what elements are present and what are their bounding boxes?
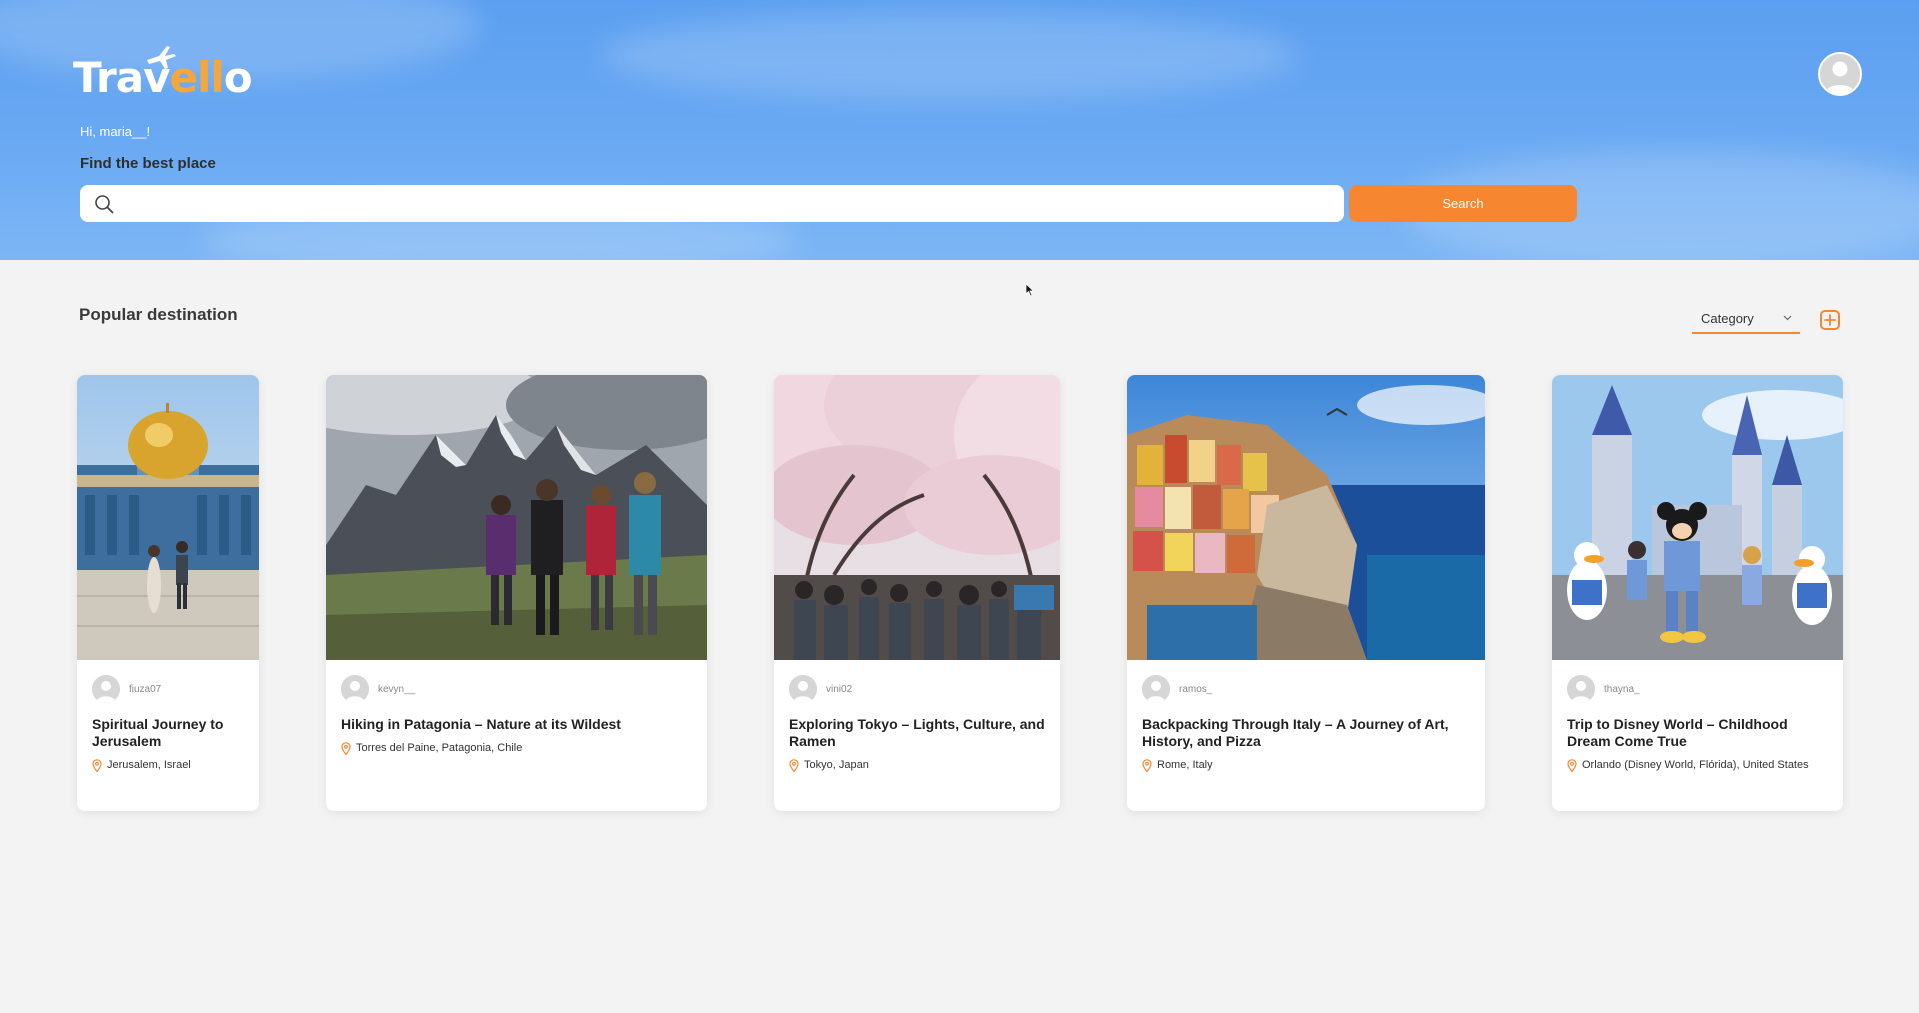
card-title: Exploring Tokyo – Lights, Culture, and R… <box>789 716 1045 749</box>
logo-text-part-3: o <box>223 53 253 102</box>
location-pin-icon <box>1567 759 1577 772</box>
author-avatar <box>92 675 120 703</box>
user-avatar-icon <box>92 675 120 703</box>
card-title: Trip to Disney World – Childhood Dream C… <box>1567 716 1788 749</box>
card-body: ramos_ Backpacking Through Italy – A Jou… <box>1142 675 1470 772</box>
destination-photo <box>326 375 707 660</box>
location-text: Tokyo, Japan <box>804 759 869 771</box>
destination-photo <box>774 375 1060 660</box>
author-avatar <box>789 675 817 703</box>
card-title: Hiking in Patagonia – Nature at its Wild… <box>341 716 621 732</box>
author-name: vini02 <box>826 683 853 695</box>
author-name: fiuza07 <box>129 683 162 695</box>
card-author: vini02 <box>789 675 1045 703</box>
plus-square-icon <box>1824 314 1836 326</box>
location-pin-icon <box>789 759 799 772</box>
card-title: Spiritual Journey to Jerusalem <box>92 716 224 749</box>
search-bar[interactable] <box>80 185 1344 222</box>
destination-photo <box>77 375 259 660</box>
card-body: fiuza07 Spiritual Journey to Jerusalem J… <box>92 675 244 772</box>
destination-photo <box>1127 375 1485 660</box>
airplane-icon <box>147 46 176 69</box>
location-pin-icon <box>341 742 351 755</box>
card-body: kevyn__ Hiking in Patagonia – Nature at … <box>341 675 692 755</box>
greeting-text: Hi, maria__! <box>80 124 151 139</box>
destination-photo <box>1552 375 1843 660</box>
author-name: ramos_ <box>1179 683 1213 695</box>
card-location: Jerusalem, Israel <box>92 759 244 772</box>
destination-card[interactable]: kevyn__ Hiking in Patagonia – Nature at … <box>326 375 707 811</box>
card-location: Rome, Italy <box>1142 759 1470 772</box>
author-avatar <box>1142 675 1170 703</box>
location-pin-icon <box>92 759 102 772</box>
user-avatar-icon <box>341 675 369 703</box>
card-author: ramos_ <box>1142 675 1470 703</box>
destination-card[interactable]: fiuza07 Spiritual Journey to Jerusalem J… <box>77 375 259 811</box>
card-body: thayna_ Trip to Disney World – Childhood… <box>1567 675 1828 772</box>
card-author: thayna_ <box>1567 675 1828 703</box>
search-input[interactable] <box>114 185 1344 222</box>
location-text: Orlando (Disney World, Flórida), United … <box>1582 759 1809 771</box>
card-location: Torres del Paine, Patagonia, Chile <box>341 742 692 755</box>
search-icon <box>95 194 114 213</box>
destination-card[interactable]: vini02 Exploring Tokyo – Lights, Culture… <box>774 375 1060 811</box>
location-pin-icon <box>1142 759 1152 772</box>
card-body: vini02 Exploring Tokyo – Lights, Culture… <box>789 675 1045 772</box>
destination-card[interactable]: thayna_ Trip to Disney World – Childhood… <box>1552 375 1843 811</box>
mouse-cursor-icon <box>1025 283 1035 297</box>
author-name: thayna_ <box>1604 683 1640 695</box>
search-button[interactable]: Search <box>1349 185 1577 222</box>
author-avatar <box>341 675 369 703</box>
add-destination-button[interactable] <box>1820 310 1840 330</box>
location-text: Rome, Italy <box>1157 759 1213 771</box>
section-title: Popular destination <box>79 305 238 324</box>
category-dropdown[interactable]: Category <box>1692 308 1800 334</box>
find-label: Find the best place <box>80 155 216 172</box>
card-author: fiuza07 <box>92 675 244 703</box>
location-text: Torres del Paine, Patagonia, Chile <box>356 742 523 754</box>
user-avatar-icon <box>1567 675 1595 703</box>
user-avatar-icon <box>789 675 817 703</box>
user-avatar-button[interactable] <box>1818 52 1862 96</box>
author-avatar <box>1567 675 1595 703</box>
card-location: Tokyo, Japan <box>789 759 1045 772</box>
user-avatar-icon <box>1820 54 1860 94</box>
category-label: Category <box>1701 310 1754 326</box>
chevron-down-icon <box>1783 315 1792 321</box>
author-name: kevyn__ <box>378 683 416 695</box>
app-logo[interactable]: Travello <box>73 46 253 108</box>
card-location: Orlando (Disney World, Flórida), United … <box>1567 759 1828 772</box>
user-avatar-icon <box>1142 675 1170 703</box>
location-text: Jerusalem, Israel <box>107 759 191 771</box>
card-author: kevyn__ <box>341 675 692 703</box>
hero-banner: Travello Hi, maria__! Find the best plac… <box>0 0 1919 260</box>
card-title: Backpacking Through Italy – A Journey of… <box>1142 716 1449 749</box>
destination-card[interactable]: ramos_ Backpacking Through Italy – A Jou… <box>1127 375 1485 811</box>
logo-text-part-2: ell <box>169 53 224 102</box>
